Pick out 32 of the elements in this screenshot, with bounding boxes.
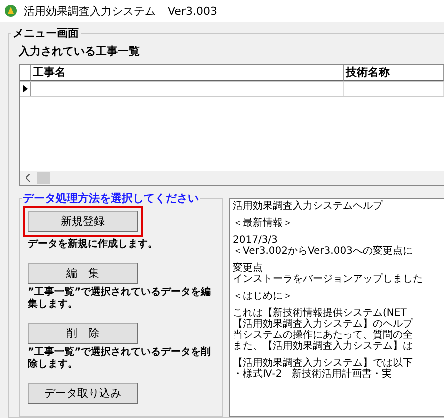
help-text: 【活用効果調査入力システム】では以下	[233, 358, 414, 369]
help-text: 当システムの操作にあたって、質問の全	[233, 330, 414, 341]
help-text: ・様式Ⅳ-2 新技術活用計画書・実	[233, 369, 394, 380]
version-label: Ver3.003	[168, 4, 218, 18]
help-text: 活用効果調査入力システムヘルプ	[233, 201, 384, 212]
scroll-left-icon[interactable]	[26, 174, 31, 182]
actions-title: データ処理方法を選択してください	[22, 191, 200, 206]
action-description: ”工事一覧”で選択されているデータを編集します。	[28, 286, 212, 312]
action-button[interactable]: 削 除	[28, 322, 138, 344]
help-text: また、【活用効果調査入力システム】は	[233, 341, 414, 352]
window-title: 活用効果調査入力システム	[24, 4, 156, 18]
column-header[interactable]: 技術名称	[344, 65, 444, 81]
scroll-thumb[interactable]	[37, 172, 50, 184]
action-button[interactable]: データ取り込み	[28, 382, 138, 404]
panel-title: メニュー画面	[11, 26, 81, 41]
grid-row[interactable]	[20, 82, 444, 97]
action-button[interactable]: 編 集	[28, 262, 138, 284]
help-text: ＜最新情報＞	[233, 218, 294, 229]
help-text: ＜はじめに＞	[233, 291, 294, 302]
app-icon	[4, 4, 18, 18]
help-text: 【活用効果調査入力システム】のヘルプ	[233, 319, 414, 330]
list-label: 入力されている工事一覧	[19, 44, 141, 59]
help-text: インストーラをバージョンアップしました	[233, 274, 424, 285]
help-text: 変更点	[233, 263, 264, 274]
column-header[interactable]: 工事名	[31, 65, 344, 81]
help-text: 2017/3/3	[233, 235, 279, 246]
action-description: データを新規に作成します。	[28, 239, 159, 252]
action-description: ”工事一覧”で選択されているデータを削除します。	[28, 346, 212, 372]
help-text: ＜Ver3.002からVer3.003への変更点に	[233, 246, 414, 257]
row-pointer-icon	[22, 85, 28, 93]
help-text: これは【新技術情報提供システム(NET	[233, 308, 407, 319]
horizontal-scrollbar[interactable]	[20, 171, 444, 185]
